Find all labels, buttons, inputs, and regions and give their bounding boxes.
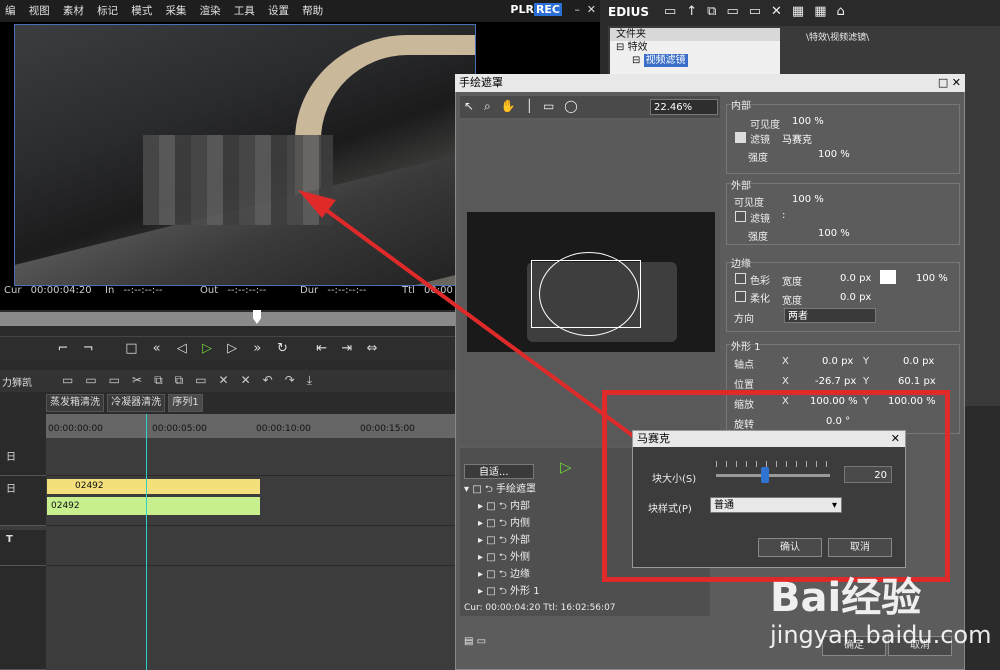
highlight-box <box>602 390 950 582</box>
watermark-logo: Bai经验 <box>770 575 922 621</box>
watermark-url: jingyan.baidu.com <box>770 621 992 649</box>
baidu-jingyan-watermark: Bai经验 jingyan.baidu.com <box>770 565 1000 670</box>
